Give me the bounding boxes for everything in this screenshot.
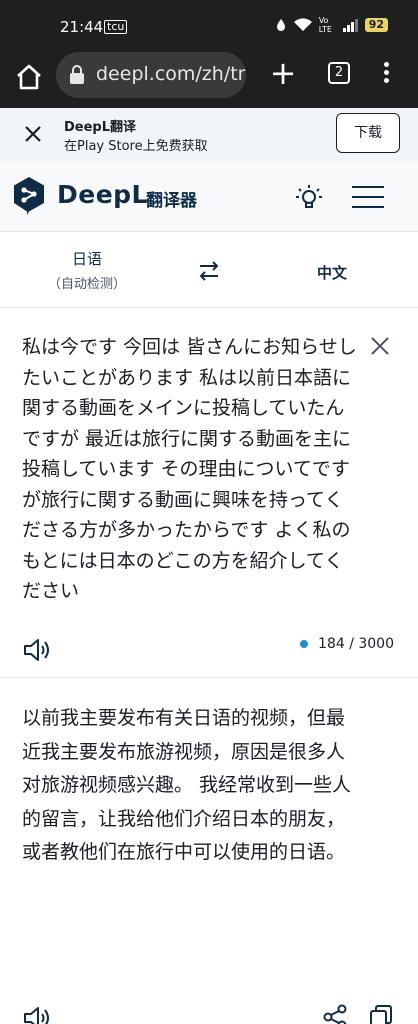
status-time: 21:44: [60, 18, 104, 36]
counter-dot: [300, 640, 309, 648]
lock-icon: [70, 65, 84, 84]
auto-detect-label: （自动检测）: [47, 277, 126, 292]
product-name: 翻译器: [146, 191, 197, 211]
browser-menu-button[interactable]: [378, 60, 394, 88]
banner-title: DeepL翻译: [64, 120, 137, 135]
close-icon[interactable]: [20, 121, 46, 147]
tab-switcher-button[interactable]: 2: [328, 62, 350, 84]
status-indicator: tcu: [104, 20, 128, 34]
lightbulb-icon[interactable]: [296, 184, 322, 212]
signal-icon: [342, 19, 358, 32]
share-icon[interactable]: [322, 1004, 348, 1024]
character-count: 184 / 3000: [318, 636, 394, 652]
url-text: deepl.com/zh/tra: [96, 63, 246, 85]
source-text: 私は今です 今回は 皆さんにお知らせしたいことがあります 私は以前日本語に関する…: [22, 336, 357, 598]
translation-panel: 以前我主要发布有关日语的视频，但最近我主要发布旅游视频，原因是很多人对旅游视频感…: [0, 678, 418, 1024]
alarm-icon: [276, 19, 285, 31]
address-bar[interactable]: deepl.com/zh/tra: [56, 52, 246, 98]
download-button[interactable]: 下载: [336, 113, 400, 153]
banner-subtitle: 在Play Store上免费获取: [64, 139, 208, 154]
status-icons: Vo LTE 92: [275, 16, 388, 34]
clear-text-icon[interactable]: [370, 336, 390, 356]
source-language-button[interactable]: 日语 （自动检测）: [40, 248, 134, 292]
source-text-panel: 私は今です 今回は 皆さんにお知らせしたいことがあります 私は以前日本語に関する…: [0, 308, 418, 678]
character-counter: 184 / 3000: [300, 636, 394, 652]
swap-languages-icon[interactable]: [196, 258, 222, 284]
speaker-icon[interactable]: [22, 636, 52, 664]
copy-icon[interactable]: [368, 1004, 394, 1024]
brand-name[interactable]: DeepL: [57, 180, 148, 209]
volte-label: Vo LTE: [318, 16, 332, 34]
battery-level: 92: [364, 18, 388, 32]
target-language-button[interactable]: 中文: [300, 262, 364, 283]
source-language-label: 日语: [71, 250, 102, 268]
translated-text: 以前我主要发布有关日语的视频，但最近我主要发布旅游视频，原因是很多人对旅游视频感…: [22, 707, 352, 864]
home-icon[interactable]: [14, 62, 44, 92]
deepl-logo-icon[interactable]: [12, 176, 46, 216]
browser-toolbar: deepl.com/zh/tra + 2: [0, 52, 418, 108]
app-install-banner: DeepL翻译 在Play Store上免费获取 下载: [0, 108, 418, 162]
language-selector: 日语 （自动检测） 中文: [0, 232, 418, 308]
wifi-icon: [293, 18, 312, 31]
hamburger-menu-icon[interactable]: [352, 186, 384, 210]
status-bar: 21:44 tcu Vo LTE 92: [0, 0, 418, 52]
site-header: DeepL 翻译器: [0, 162, 418, 232]
source-textarea[interactable]: 私は今です 今回は 皆さんにお知らせしたいことがあります 私は以前日本語に関する…: [22, 332, 362, 598]
new-tab-button[interactable]: +: [268, 57, 298, 89]
speaker-icon[interactable]: [22, 1004, 52, 1024]
